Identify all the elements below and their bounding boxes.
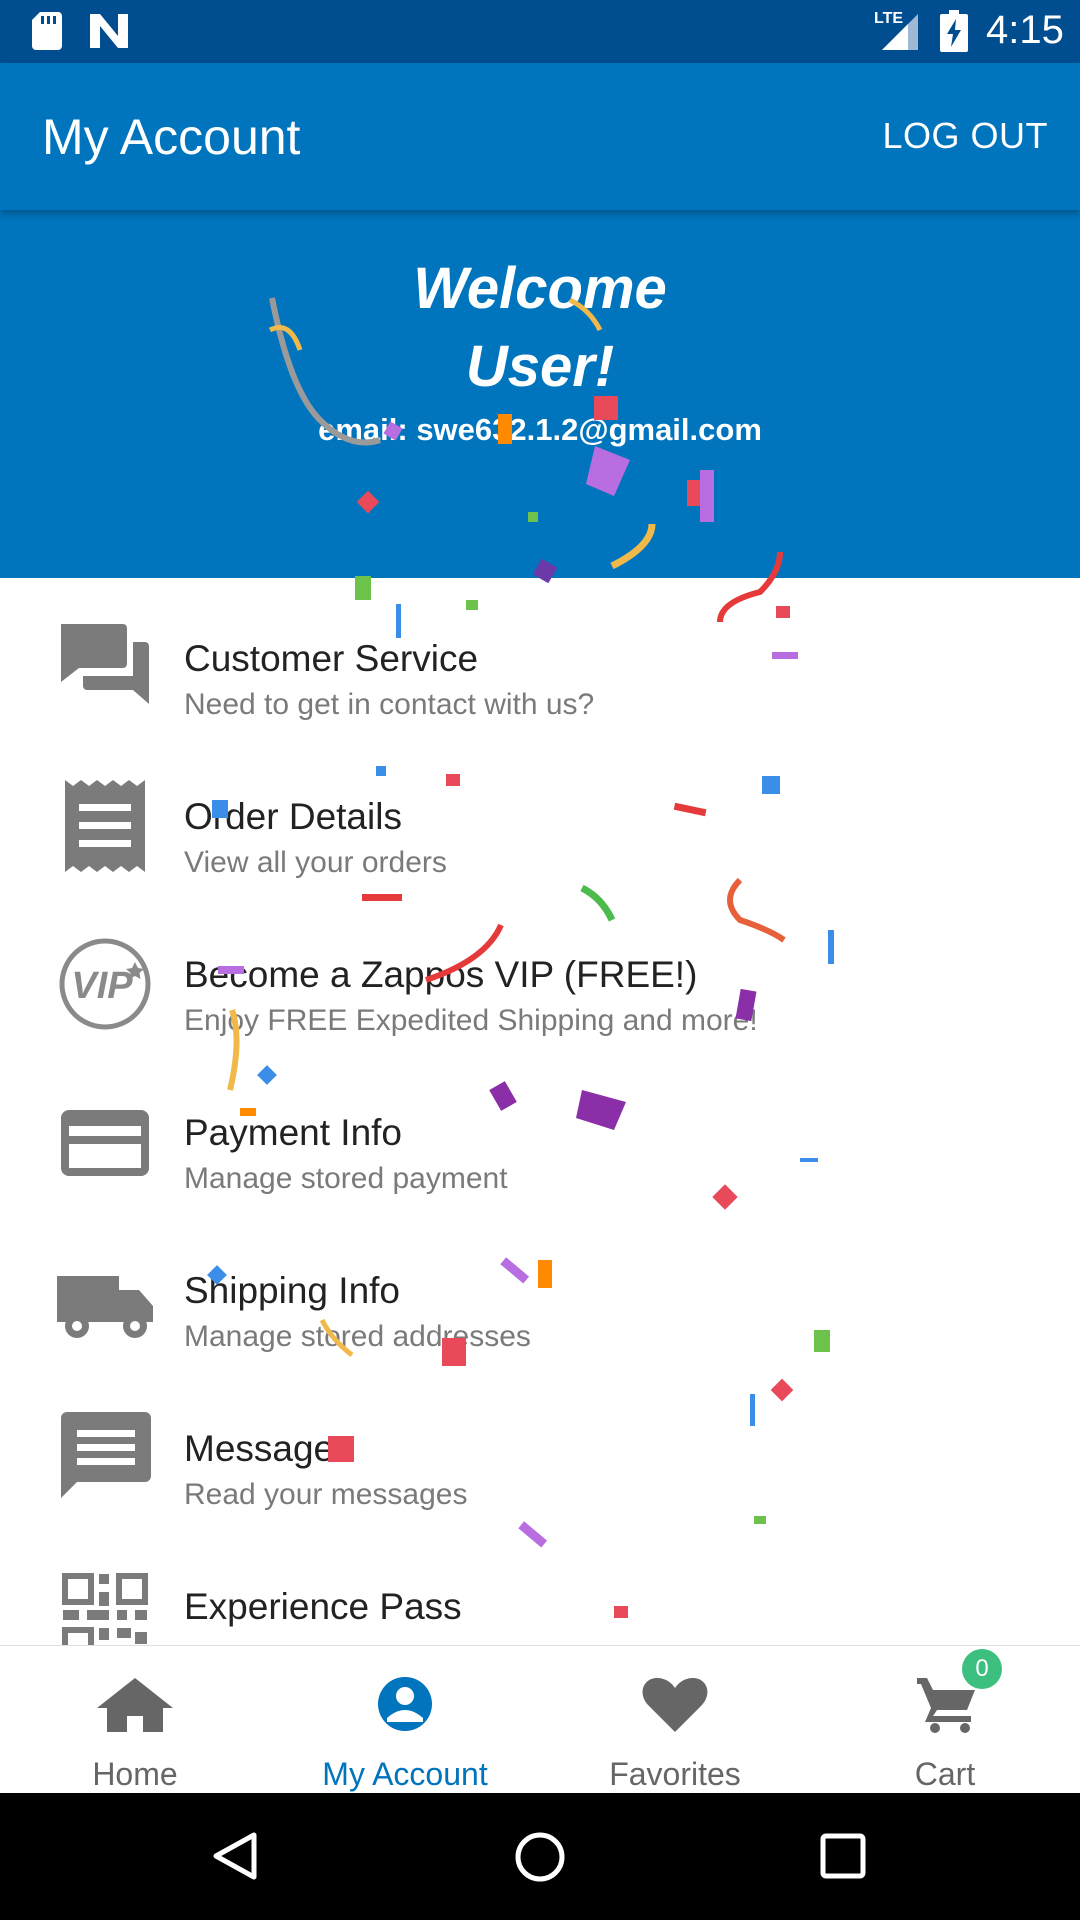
menu-item-subtitle: Enjoy FREE Expedited Shipping and more! [184,1004,758,1037]
nav-cart[interactable]: Cart [810,1646,1080,1794]
menu-item-label: Messages [184,1428,353,1469]
nav-label: My Account [322,1756,488,1792]
menu-item-experience-pass[interactable]: Experience Pass [0,1526,1080,1645]
menu-item-label: Become a Zappos VIP (FREE!) [184,954,698,995]
welcome-heading: Welcome User! [0,250,1080,406]
menu-item-subtitle: Need to get in contact with us? [184,688,595,721]
welcome-banner: Welcome User! email: swe632.1.2@gmail.co… [0,210,1080,578]
message-icon [61,1412,151,1498]
nav-label: Cart [914,1756,976,1792]
home-icon [97,1678,173,1732]
system-navigation-bar [0,1793,1080,1920]
user-email: email: swe632.1.2@gmail.com [318,412,762,447]
battery-charging-icon [940,10,968,52]
menu-item-zappos-vip[interactable]: VIP Become a Zappos VIP (FREE!) Enjoy FR… [0,894,1080,1052]
n-notification-icon [90,14,128,48]
account-menu: Customer Service Need to get in contact … [0,578,1080,1645]
nav-my-account[interactable]: My Account [270,1646,540,1794]
svg-text:VIP: VIP [71,965,133,1007]
back-icon[interactable] [210,1831,260,1881]
menu-item-payment-info[interactable]: Payment Info Manage stored payment [0,1052,1080,1210]
menu-item-shipping-info[interactable]: Shipping Info Manage stored addresses [0,1210,1080,1368]
app-bar: My Account LOG OUT [0,63,1080,210]
receipt-icon [65,780,145,872]
recents-icon[interactable] [820,1833,866,1879]
menu-item-messages[interactable]: Messages Read your messages [0,1368,1080,1526]
nav-label: Favorites [609,1756,741,1792]
account-icon [378,1677,432,1731]
credit-card-icon [61,1110,149,1176]
nav-home[interactable]: Home [0,1646,270,1794]
welcome-line-2: User! [465,334,615,399]
truck-icon [57,1276,153,1338]
page-title: My Account [42,109,301,165]
menu-item-label: Shipping Info [184,1270,401,1311]
menu-item-label: Experience Pass [184,1586,462,1627]
vip-icon: VIP [59,938,151,1030]
sd-card-icon [32,12,62,50]
menu-item-subtitle: Manage stored addresses [184,1320,531,1353]
chat-icon [61,624,149,704]
menu-item-label: Payment Info [184,1112,403,1153]
signal-icon [882,14,918,50]
bottom-navigation: Home My Account Favorites Cart [0,1645,1080,1794]
logout-button[interactable]: LOG OUT [882,115,1048,157]
menu-item-order-details[interactable]: Order Details View all your orders [0,736,1080,894]
menu-item-label: Order Details [184,796,402,837]
clock: 4:15 [986,8,1064,52]
status-bar: LTE 4:15 [0,0,1080,63]
nav-label: Home [92,1756,178,1792]
menu-item-subtitle: Manage stored payment [184,1162,508,1195]
menu-item-subtitle: View all your orders [184,846,447,879]
qr-code-icon [62,1573,148,1645]
cart-count-badge: 0 [962,1649,1002,1689]
welcome-line-1: Welcome [413,256,667,321]
menu-item-subtitle: Read your messages [184,1478,468,1511]
menu-item-customer-service[interactable]: Customer Service Need to get in contact … [0,578,1080,736]
nav-favorites[interactable]: Favorites [540,1646,810,1794]
home-circle-icon[interactable] [514,1831,566,1883]
menu-item-label: Customer Service [184,638,479,679]
heart-icon [642,1678,708,1732]
